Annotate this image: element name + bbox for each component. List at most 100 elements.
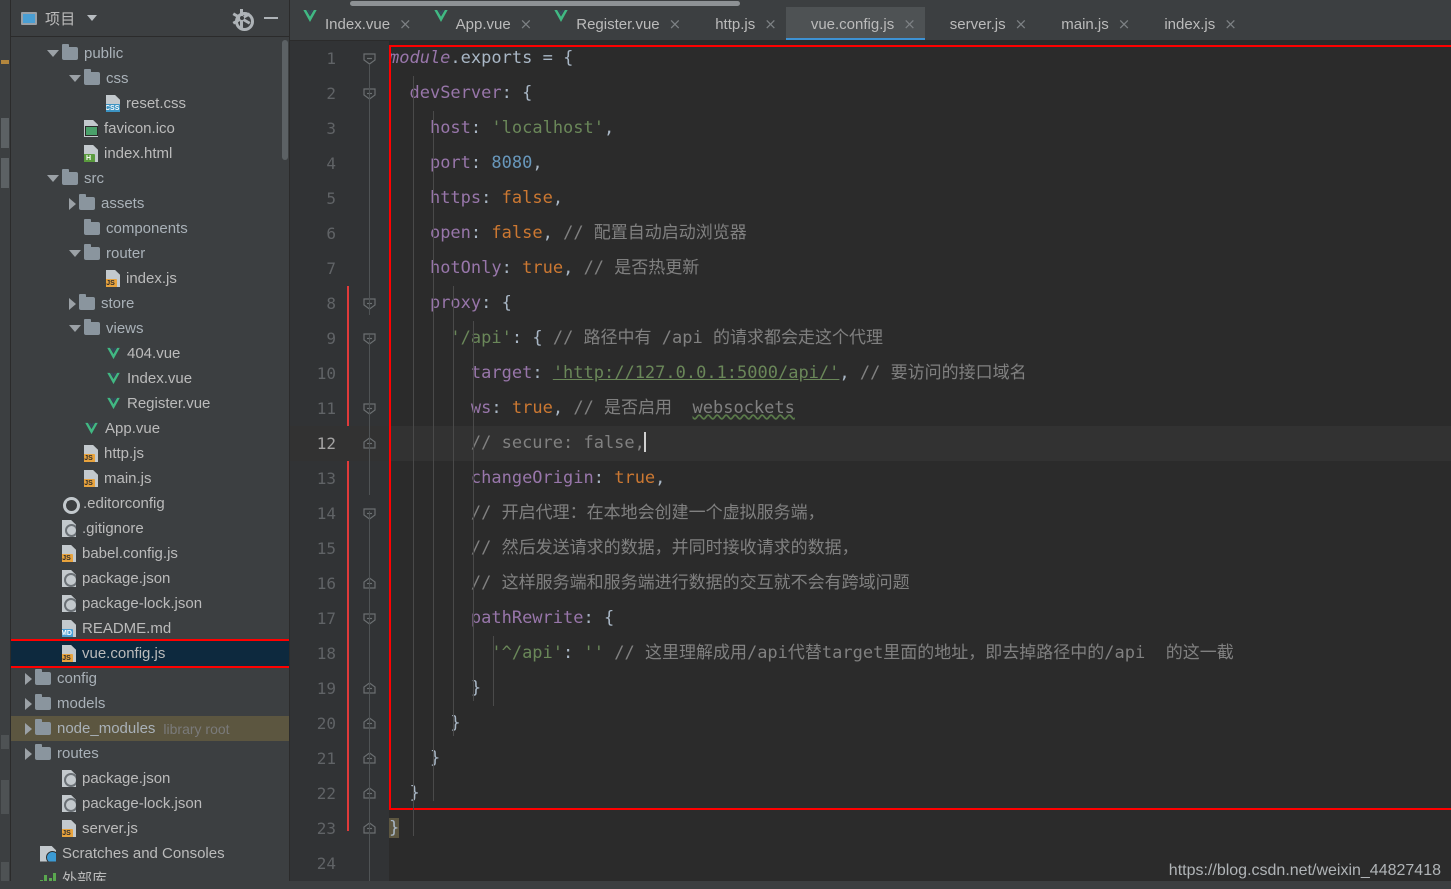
editor-line[interactable]: 5 https: false,	[290, 181, 1451, 216]
tree-item-router[interactable]: router	[11, 241, 289, 266]
minimize-icon[interactable]	[264, 17, 278, 19]
tree-item-index-vue[interactable]: Index.vue	[11, 366, 289, 391]
editor-line[interactable]: 23}	[290, 811, 1451, 846]
tab-close-icon[interactable]: ×	[1224, 16, 1237, 32]
tree-item-index-js[interactable]: JS index.js	[11, 266, 289, 291]
collapse-arrow-icon[interactable]	[47, 175, 59, 182]
tab-close-icon[interactable]: ×	[903, 16, 916, 32]
editor-line[interactable]: 22 }	[290, 776, 1451, 811]
expand-arrow-icon[interactable]	[25, 697, 32, 710]
tree-item-src[interactable]: src	[11, 166, 289, 191]
editor-tab-server-js[interactable]: JS server.js ×	[925, 7, 1036, 41]
tree-item-package-json[interactable]: package.json	[11, 766, 289, 791]
line-number: 2	[326, 84, 336, 103]
gear-icon[interactable]	[232, 8, 254, 31]
tree-item-config[interactable]: config	[11, 666, 289, 691]
editor-tab-app-vue[interactable]: App.vue ×	[421, 7, 542, 41]
tree-item--gitignore[interactable]: .gitignore	[11, 516, 289, 541]
tree-item-package-json[interactable]: package.json	[11, 566, 289, 591]
editor-tab-vue-config-js[interactable]: JS vue.config.js ×	[785, 7, 925, 41]
tree-item-package-lock-json[interactable]: package-lock.json	[11, 591, 289, 616]
tree-item-views[interactable]: views	[11, 316, 289, 341]
editor-line[interactable]: 7 hotOnly: true, // 是否热更新	[290, 251, 1451, 286]
tree-item-routes[interactable]: routes	[11, 741, 289, 766]
editor-tab-index-vue[interactable]: Index.vue ×	[290, 7, 421, 41]
editor-line[interactable]: 9 '/api': { // 路径中有 /api 的请求都会走这个代理	[290, 321, 1451, 356]
expand-arrow-icon[interactable]	[69, 197, 76, 210]
tree-item-404-vue[interactable]: 404.vue	[11, 341, 289, 366]
tree-item-server-js[interactable]: JS server.js	[11, 816, 289, 841]
tree-item-register-vue[interactable]: Register.vue	[11, 391, 289, 416]
editor-tab-main-js[interactable]: JS main.js ×	[1036, 7, 1139, 41]
tab-close-icon[interactable]: ×	[520, 16, 533, 32]
code-fold-marker[interactable]	[363, 52, 376, 65]
editor-line[interactable]: 4 port: 8080,	[290, 146, 1451, 181]
tree-item-main-js[interactable]: JS main.js	[11, 466, 289, 491]
image-file-icon	[84, 120, 98, 137]
tree-item-vue-config-js[interactable]: JS vue.config.js	[11, 639, 289, 668]
editor-line[interactable]: 8 proxy: {	[290, 286, 1451, 321]
tree-item-scratches-and-consoles[interactable]: Scratches and Consoles	[11, 841, 289, 866]
tree-item-index-html[interactable]: Hindex.html	[11, 141, 289, 166]
tree-item-package-lock-json[interactable]: package-lock.json	[11, 791, 289, 816]
tab-close-icon[interactable]: ×	[1118, 16, 1131, 32]
editor-line[interactable]: 21 }	[290, 741, 1451, 776]
project-panel-header: 项目	[11, 0, 289, 37]
tree-item-app-vue[interactable]: App.vue	[11, 416, 289, 441]
editor-line[interactable]: 2 devServer: {	[290, 76, 1451, 111]
tree-item-css[interactable]: css	[11, 66, 289, 91]
tree-item-store[interactable]: store	[11, 291, 289, 316]
chevron-down-icon[interactable]	[87, 15, 98, 21]
code-editor[interactable]: 1 module.exports = {2 devServer: {3 host:…	[290, 41, 1451, 889]
tree-scrollbar[interactable]	[282, 40, 288, 160]
editor-tab-register-vue[interactable]: Register.vue ×	[541, 7, 690, 41]
editor-line[interactable]: 17 pathRewrite: {	[290, 601, 1451, 636]
tree-item-components[interactable]: components	[11, 216, 289, 241]
tool-window-strip[interactable]	[0, 0, 11, 889]
tree-item-favicon-ico[interactable]: favicon.ico	[11, 116, 289, 141]
editor-line[interactable]: 1 module.exports = {	[290, 41, 1451, 76]
editor-line[interactable]: 16 // 这样服务端和服务端进行数据的交互就不会有跨域问题	[290, 566, 1451, 601]
editor-tab-index-js[interactable]: JS index.js ×	[1139, 7, 1245, 41]
line-code: // 开启代理：在本地会创建一个虚拟服务端，	[470, 503, 825, 523]
editor-line[interactable]: 12 // secure: false,	[290, 426, 1451, 461]
editor-line[interactable]: 20 }	[290, 706, 1451, 741]
collapse-arrow-icon[interactable]	[47, 50, 59, 57]
expand-arrow-icon[interactable]	[25, 672, 32, 685]
editor-line[interactable]: 3 host: 'localhost',	[290, 111, 1451, 146]
editor-line[interactable]: 13 changeOrigin: true,	[290, 461, 1451, 496]
lightbulb-icon[interactable]	[343, 435, 356, 452]
watermark-url: https://blog.csdn.net/weixin_44827418	[1168, 862, 1441, 879]
tab-close-icon[interactable]: ×	[399, 16, 412, 32]
collapse-arrow-icon[interactable]	[69, 325, 81, 332]
tree-item-models[interactable]: models	[11, 691, 289, 716]
editor-tab-http-js[interactable]: JS http.js ×	[690, 7, 786, 41]
expand-arrow-icon[interactable]	[25, 722, 32, 735]
tree-item-reset-css[interactable]: CSS reset.css	[11, 91, 289, 116]
tree-item-readme-md[interactable]: MD README.md	[11, 616, 289, 641]
tree-item-babel-config-js[interactable]: JS babel.config.js	[11, 541, 289, 566]
tree-item-node-modules[interactable]: node_modules library root	[11, 716, 289, 741]
tree-item-public[interactable]: public	[11, 41, 289, 66]
tree-item-assets[interactable]: assets	[11, 191, 289, 216]
editor-line[interactable]: 11 ws: true, // 是否启用 websockets	[290, 391, 1451, 426]
editor-line[interactable]: 10 target: 'http://127.0.0.1:5000/api/',…	[290, 356, 1451, 391]
tab-close-icon[interactable]: ×	[764, 16, 777, 32]
editor-line[interactable]: 14 // 开启代理：在本地会创建一个虚拟服务端，	[290, 496, 1451, 531]
editor-line[interactable]: 15 // 然后发送请求的数据，并同时接收请求的数据，	[290, 531, 1451, 566]
expand-arrow-icon[interactable]	[25, 747, 32, 760]
tab-bar-scrollbar[interactable]	[350, 1, 740, 6]
editor-line[interactable]: 19 }	[290, 671, 1451, 706]
line-code: module.exports = {	[389, 48, 574, 68]
collapse-arrow-icon[interactable]	[69, 75, 81, 82]
line-code: }	[409, 783, 420, 803]
editor-line[interactable]: 18 '^/api': '' // 这里理解成用/api代替target里面的地…	[290, 636, 1451, 671]
project-file-tree[interactable]: public css CSS reset.css favicon.ico Hindex.h…	[11, 37, 289, 889]
tree-item-http-js[interactable]: JS http.js	[11, 441, 289, 466]
tab-close-icon[interactable]: ×	[1015, 16, 1028, 32]
editor-line[interactable]: 6 open: false, // 配置自动启动浏览器	[290, 216, 1451, 251]
tab-close-icon[interactable]: ×	[669, 16, 682, 32]
expand-arrow-icon[interactable]	[69, 297, 76, 310]
tree-item--editorconfig[interactable]: .editorconfig	[11, 491, 289, 516]
collapse-arrow-icon[interactable]	[69, 250, 81, 257]
